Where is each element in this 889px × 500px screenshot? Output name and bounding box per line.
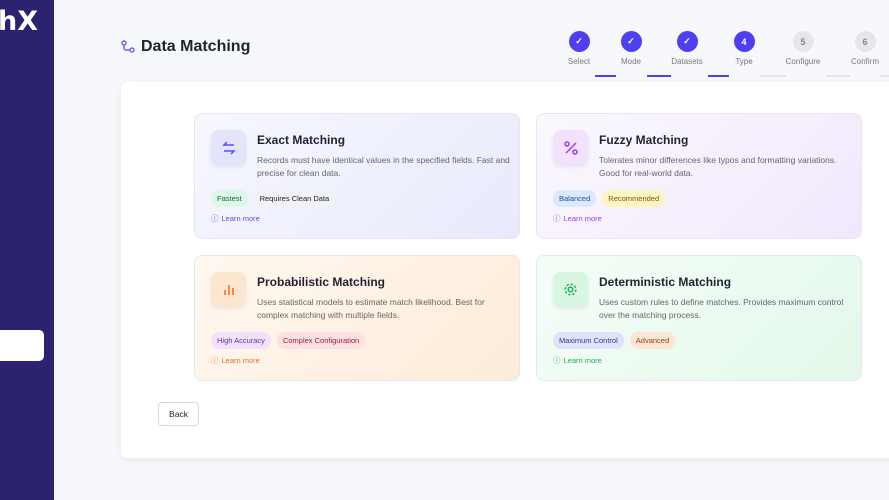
sidebar-active-item[interactable] [0, 330, 44, 361]
learn-more-link[interactable]: ⓘ Learn more [211, 213, 260, 224]
arrows-swap-icon [211, 130, 246, 165]
learn-more-link[interactable]: ⓘ Learn more [553, 213, 602, 224]
step-type[interactable]: 4 Type [714, 31, 774, 66]
tag: Fastest [211, 190, 248, 207]
tag: High Accuracy [211, 332, 271, 349]
step-connector [826, 75, 850, 77]
gear-icon [553, 272, 588, 307]
percent-icon [553, 130, 588, 165]
stepper: ✓ Select ✓ Mode ✓ Datasets 4 Type 5 Configure… [0, 31, 889, 77]
step-confirm[interactable]: 6 Confirm [835, 31, 889, 66]
step-configure[interactable]: 5 Configure [773, 31, 833, 66]
card-exact-matching[interactable]: Exact Matching Records must have identic… [194, 113, 520, 239]
tag: Recommended [602, 190, 666, 207]
card-deterministic-matching[interactable]: Deterministic Matching Uses custom rules… [536, 255, 862, 381]
bar-chart-icon [211, 272, 246, 307]
card-probabilistic-matching[interactable]: Probabilistic Matching Uses statistical … [194, 255, 520, 381]
card-fuzzy-matching[interactable]: Fuzzy Matching Tolerates minor differenc… [536, 113, 862, 239]
tag: Maximum Control [553, 332, 624, 349]
check-circle-icon: ✓ [676, 31, 698, 52]
learn-more-link[interactable]: ⓘ Learn more [211, 355, 260, 366]
step-select[interactable]: ✓ Select [549, 31, 609, 66]
check-circle-icon: ✓ [620, 31, 642, 52]
tag: Requires Clean Data [253, 190, 336, 207]
help-circle-icon: ⓘ [553, 356, 561, 365]
step-datasets[interactable]: ✓ Datasets [657, 31, 717, 66]
tag: Balanced [553, 190, 597, 207]
help-circle-icon: ⓘ [211, 214, 219, 223]
step-connector [880, 75, 889, 77]
tag: Complex Configuration [276, 332, 366, 349]
sidebar: hX [0, 0, 54, 500]
help-circle-icon: ⓘ [553, 214, 561, 223]
tag: Advanced [629, 332, 676, 349]
learn-more-link[interactable]: ⓘ Learn more [553, 355, 602, 366]
step-connector [595, 75, 616, 77]
step-connector [760, 75, 786, 77]
back-button[interactable]: Back [158, 402, 199, 426]
step-mode[interactable]: ✓ Mode [601, 31, 661, 66]
step-connector [647, 75, 671, 77]
step-connector [708, 75, 729, 77]
help-circle-icon: ⓘ [211, 356, 219, 365]
check-circle-icon: ✓ [568, 31, 590, 52]
